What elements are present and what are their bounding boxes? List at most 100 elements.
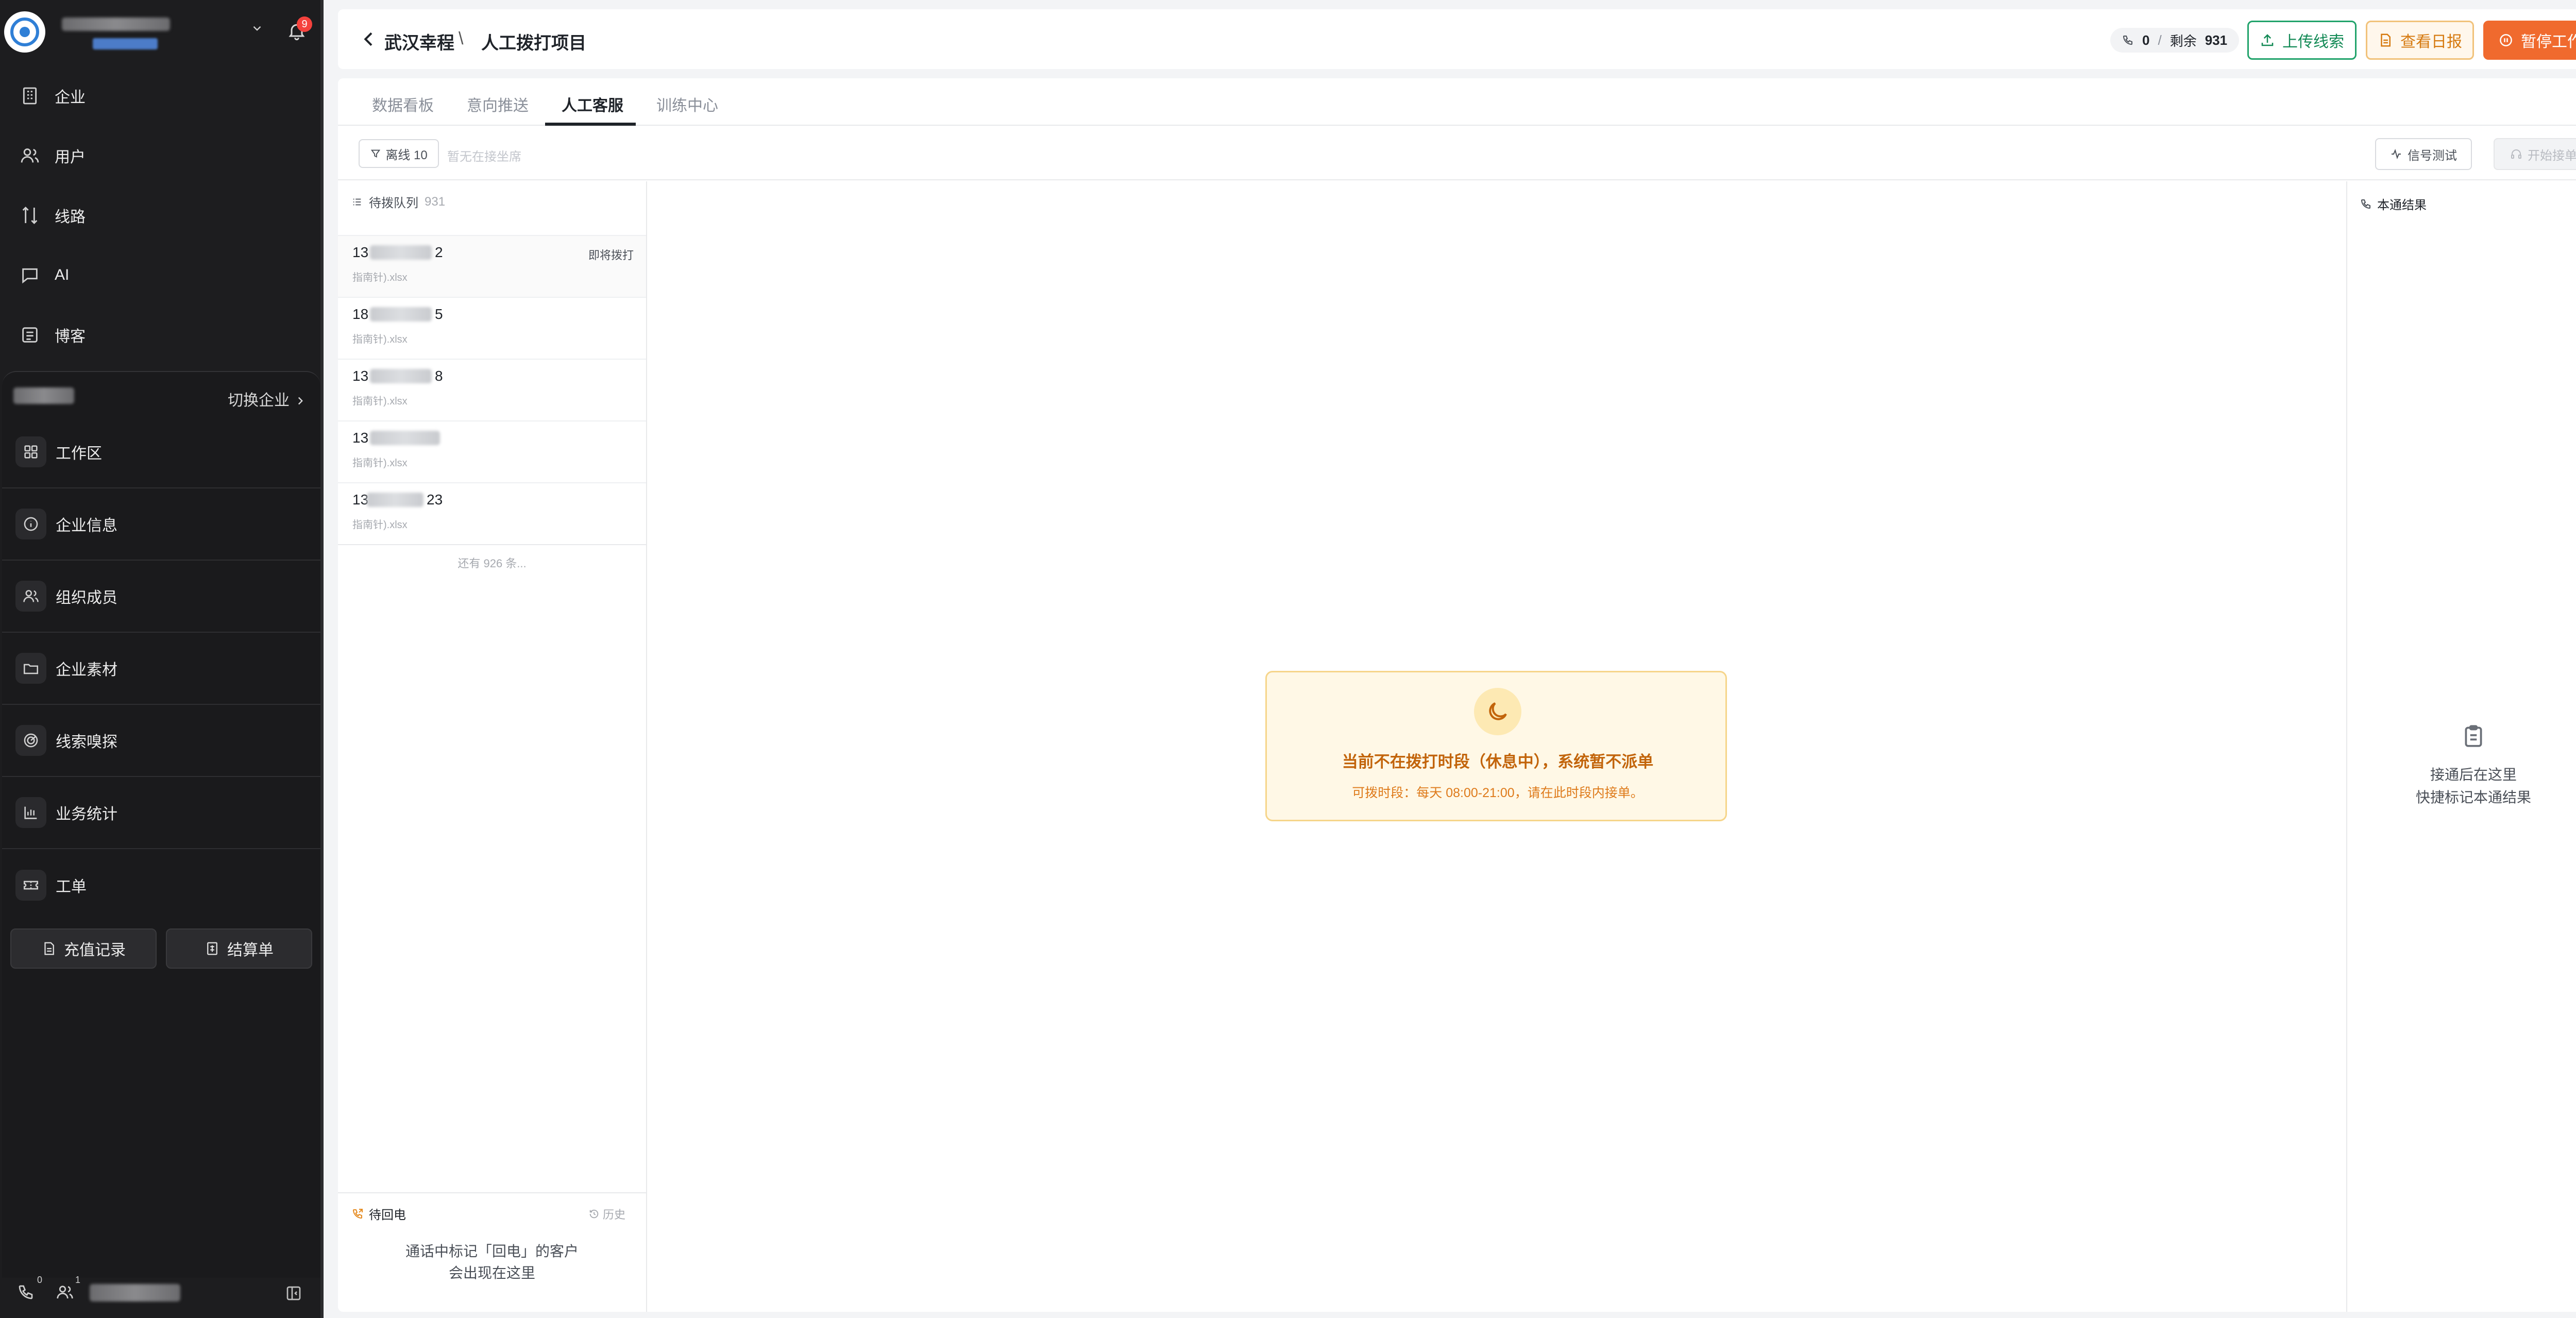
- tab-intent-push[interactable]: 意向推送: [467, 93, 529, 115]
- nav-item-label: AI: [55, 266, 70, 283]
- sidebar-header: 9: [0, 0, 320, 64]
- active-tab-indicator: [545, 123, 636, 126]
- dial-next-tag: 即将拨打: [588, 249, 634, 262]
- queue-more-count: 还有 926 条...: [338, 544, 646, 571]
- subnav-lead-sniffing[interactable]: 线索嗅探: [2, 705, 320, 777]
- notice-subtitle: 可拨时段：每天 08:00-21:00，请在此时段内接单。: [1352, 786, 1643, 800]
- callback-history-link[interactable]: 历史: [588, 1206, 625, 1222]
- switch-enterprise-link[interactable]: 切换企业: [228, 387, 307, 410]
- sidebar: 9 企业 用户 线路 AI 博客 切换企业 工作区 企业信息 组织成员 企业素材…: [0, 0, 324, 1318]
- subnav-label: 工单: [56, 878, 87, 895]
- tab-manual-service[interactable]: 人工客服: [562, 93, 623, 115]
- phone-mask-redacted: [367, 493, 423, 507]
- queue-phone-suffix: 8: [435, 368, 443, 384]
- queue-phone-suffix: 2: [435, 244, 443, 260]
- folder-icon: [15, 653, 46, 684]
- breadcrumb-root[interactable]: 武汉幸程: [384, 29, 454, 54]
- queue-row[interactable]: 13 23 指南针).xlsx: [338, 482, 646, 544]
- upload-icon: [2261, 34, 2274, 46]
- main-panel: 数据看板 意向推送 人工客服 训练中心 离线 10 暂无在接坐席 信号测试 开始…: [338, 78, 2576, 1312]
- back-arrow-icon[interactable]: [359, 29, 379, 49]
- queue-source-file: 指南针).xlsx: [352, 458, 408, 469]
- phone-count: 0: [37, 1275, 43, 1285]
- account-name-redacted: [62, 18, 170, 31]
- filter-icon: [371, 149, 381, 158]
- building-icon: [20, 86, 40, 106]
- remaining-count: 931: [2205, 32, 2228, 48]
- user-icon[interactable]: [56, 1283, 74, 1302]
- statement-label: 结算单: [227, 942, 274, 959]
- queue-phone-suffix: 5: [435, 306, 443, 322]
- enterprise-name-redacted: [13, 387, 74, 404]
- pause-circle-icon: [2500, 34, 2512, 46]
- queue-row[interactable]: 13 指南针).xlsx: [338, 420, 646, 482]
- pulse-icon: [2392, 149, 2401, 159]
- nav-item-users[interactable]: 用户: [0, 126, 320, 185]
- pause-work-button[interactable]: 暂停工作: [2483, 21, 2576, 60]
- nav-item-routes[interactable]: 线路: [0, 185, 320, 245]
- phone-icon: [2361, 199, 2370, 209]
- bar-chart-icon: [15, 797, 46, 828]
- tab-data-dashboard[interactable]: 数据看板: [372, 93, 434, 115]
- recharge-records-label: 充值记录: [64, 942, 126, 959]
- nav-item-blog[interactable]: 博客: [0, 305, 320, 365]
- upload-leads-button[interactable]: 上传线索: [2247, 21, 2357, 60]
- start-accepting-button[interactable]: 开始接单: [2494, 138, 2576, 170]
- filter-bar: [338, 127, 2576, 180]
- tab-bar: 数据看板 意向推送 人工客服 训练中心: [338, 78, 2576, 126]
- phone-icon[interactable]: [16, 1283, 35, 1302]
- statement-button[interactable]: 结算单: [166, 928, 312, 969]
- signal-test-button[interactable]: 信号测试: [2375, 138, 2472, 170]
- view-daily-report-label: 查看日报: [2400, 33, 2462, 50]
- nav-item-enterprise[interactable]: 企业: [0, 66, 320, 126]
- page-title: 人工拨打项目: [481, 33, 586, 53]
- subnav-materials[interactable]: 企业素材: [2, 633, 320, 705]
- signal-test-label: 信号测试: [2408, 148, 2457, 163]
- chat-icon: [20, 265, 40, 285]
- phone-mask-redacted: [370, 369, 432, 383]
- report-icon: [2381, 33, 2391, 47]
- phone-mask-redacted: [370, 245, 432, 260]
- recharge-records-button[interactable]: 充值记录: [10, 928, 157, 969]
- subnav-tickets[interactable]: 工单: [2, 849, 320, 921]
- moon-icon: [1474, 688, 1521, 735]
- brand-logo[interactable]: [4, 11, 45, 53]
- call-result-empty-line1: 接通后在这里: [2430, 767, 2517, 783]
- queue-source-file: 指南针).xlsx: [352, 519, 408, 531]
- invoice-icon: [207, 942, 217, 955]
- switch-enterprise-label: 切换企业: [228, 392, 290, 409]
- grid-icon: [15, 436, 46, 467]
- chevron-down-icon[interactable]: [249, 22, 265, 37]
- notification-badge: 9: [297, 16, 312, 32]
- subnav-business-stats[interactable]: 业务统计: [2, 777, 320, 849]
- phone-mask-redacted: [370, 307, 432, 322]
- tab-training-center[interactable]: 训练中心: [656, 93, 718, 115]
- sidebar-collapse-icon[interactable]: [284, 1284, 305, 1305]
- call-result-title: 本通结果: [2377, 198, 2427, 212]
- subnav-enterprise-info[interactable]: 企业信息: [2, 488, 320, 561]
- document-icon: [44, 942, 54, 955]
- calls-count: 0: [2142, 32, 2150, 48]
- off-hours-notice: 当前不在拨打时段（休息中），系统暂不派单 可拨时段：每天 08:00-21:00…: [1265, 671, 1727, 821]
- list-icon: [353, 198, 361, 205]
- offline-filter-button[interactable]: 离线 10: [359, 139, 439, 168]
- users-icon: [20, 145, 40, 166]
- queue-row[interactable]: 13 2 指南针).xlsx 即将拨打: [338, 235, 646, 297]
- nav-item-ai[interactable]: AI: [0, 245, 320, 305]
- queue-row[interactable]: 18 5 指南针).xlsx: [338, 297, 646, 359]
- call-result-header: 本通结果: [2360, 195, 2427, 213]
- clipboard-icon: [2461, 722, 2486, 750]
- top-bar: 武汉幸程 \ 人工拨打项目 0 / 剩余 931 上传线索 查看日报 暂停工作: [338, 9, 2576, 69]
- view-daily-report-button[interactable]: 查看日报: [2366, 21, 2474, 60]
- queue-row[interactable]: 13 8 指南针).xlsx: [338, 359, 646, 420]
- queue-source-file: 指南针).xlsx: [352, 396, 408, 407]
- subnav-members[interactable]: 组织成员: [2, 561, 320, 633]
- callback-empty-state: 通话中标记「回电」的客户 会出现在这里: [338, 1241, 646, 1284]
- queue-source-file: 指南针).xlsx: [352, 334, 408, 345]
- route-icon: [20, 205, 40, 226]
- subnav-workspace[interactable]: 工作区: [2, 416, 320, 488]
- dial-queue-panel: 13 2 指南针).xlsx 即将拨打 18 5 指南针).xlsx 13 8 …: [338, 181, 647, 1312]
- queue-phone-prefix: 13: [352, 492, 369, 508]
- headset-icon: [2511, 149, 2521, 159]
- callback-empty-line2: 会出现在这里: [448, 1265, 535, 1281]
